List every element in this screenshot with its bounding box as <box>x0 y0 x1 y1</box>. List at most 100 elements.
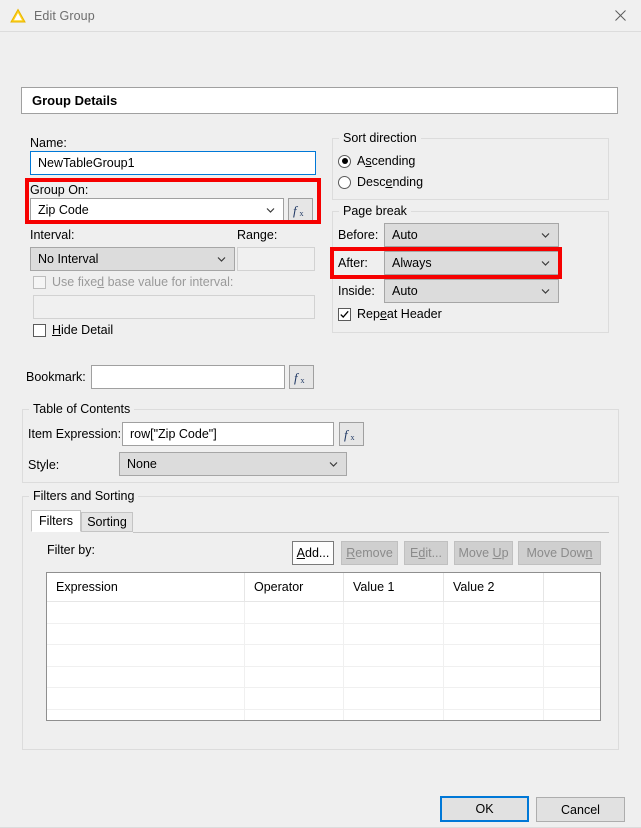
group-details-header: Group Details <box>21 87 618 114</box>
edit-filter-button[interactable]: Edit... <box>404 541 448 565</box>
tab-filters-label: Filters <box>39 514 73 528</box>
bookmark-input[interactable] <box>91 365 285 389</box>
before-label: Before: <box>338 228 378 242</box>
cell-value1 <box>344 710 444 722</box>
cell-value2 <box>444 602 544 623</box>
cell-operator <box>245 710 344 722</box>
table-row[interactable] <box>47 624 600 646</box>
ok-button[interactable]: OK <box>440 796 529 822</box>
cell-value2 <box>444 688 544 709</box>
window-title: Edit Group <box>34 9 95 23</box>
name-input[interactable]: NewTableGroup1 <box>30 151 316 175</box>
column-header-expression[interactable]: Expression <box>47 573 245 601</box>
cell-operator <box>245 624 344 645</box>
cell-value2 <box>444 667 544 688</box>
warning-triangle-icon <box>9 7 27 25</box>
close-icon[interactable] <box>600 0 641 31</box>
svg-text:x: x <box>301 376 305 385</box>
edit-filter-label: Edit... <box>410 546 442 560</box>
range-input[interactable] <box>237 247 315 271</box>
filter-by-label: Filter by: <box>47 543 95 557</box>
add-filter-label: Add... <box>297 546 330 560</box>
item-expression-value: row["Zip Code"] <box>130 427 217 441</box>
cell-value1 <box>344 645 444 666</box>
sort-direction-group <box>332 138 609 200</box>
checkbox-box <box>33 276 46 289</box>
table-row[interactable] <box>47 688 600 710</box>
group-on-dropdown[interactable]: Zip Code <box>30 198 284 222</box>
name-label: Name: <box>30 136 67 150</box>
ok-label: OK <box>475 802 493 816</box>
table-row[interactable] <box>47 602 600 624</box>
item-expression-input[interactable]: row["Zip Code"] <box>122 422 334 446</box>
radio-indicator <box>338 155 351 168</box>
cell-value1 <box>344 624 444 645</box>
item-expression-button[interactable]: f x <box>339 422 364 446</box>
cell-extra <box>544 688 600 709</box>
before-value: Auto <box>392 228 418 242</box>
style-label: Style: <box>28 458 59 472</box>
hide-detail-label: Hide Detail <box>52 323 113 337</box>
table-row[interactable] <box>47 710 600 722</box>
svg-text:f: f <box>294 370 300 385</box>
filters-and-sorting-legend: Filters and Sorting <box>29 489 138 503</box>
inside-value: Auto <box>392 284 418 298</box>
column-header-extra[interactable] <box>544 573 600 601</box>
tab-filters[interactable]: Filters <box>31 510 81 532</box>
cell-expression <box>47 710 245 722</box>
cancel-button[interactable]: Cancel <box>536 797 625 822</box>
move-up-button[interactable]: Move Up <box>454 541 513 565</box>
table-of-contents-legend: Table of Contents <box>29 402 134 416</box>
use-fixed-base-checkbox[interactable]: Use fixed base value for interval: <box>33 275 233 289</box>
column-header-value2[interactable]: Value 2 <box>444 573 544 601</box>
chevron-down-icon <box>541 231 550 240</box>
item-expression-label: Item Expression: <box>28 427 121 441</box>
group-on-label: Group On: <box>30 183 88 197</box>
remove-filter-button[interactable]: Remove <box>341 541 398 565</box>
checkbox-box <box>33 324 46 337</box>
filter-table-header: Expression Operator Value 1 Value 2 <box>47 573 600 602</box>
fixed-base-input[interactable] <box>33 295 315 319</box>
bookmark-label: Bookmark: <box>26 370 86 384</box>
chevron-down-icon <box>541 259 550 268</box>
cell-operator <box>245 667 344 688</box>
svg-text:x: x <box>300 209 304 218</box>
radio-descending[interactable]: Descending <box>338 175 423 189</box>
cell-extra <box>544 602 600 623</box>
interval-dropdown[interactable]: No Interval <box>30 247 235 271</box>
cell-extra <box>544 645 600 666</box>
filter-table[interactable]: Expression Operator Value 1 Value 2 <box>46 572 601 721</box>
cell-extra <box>544 667 600 688</box>
svg-text:f: f <box>293 203 299 218</box>
range-label: Range: <box>237 228 277 242</box>
group-on-expression-button[interactable]: f x <box>288 198 313 222</box>
cell-value2 <box>444 645 544 666</box>
repeat-header-checkbox[interactable]: Repeat Header <box>338 307 442 321</box>
style-dropdown[interactable]: None <box>119 452 347 476</box>
radio-ascending[interactable]: Ascending <box>338 154 415 168</box>
name-input-value: NewTableGroup1 <box>38 156 135 170</box>
add-filter-button[interactable]: Add... <box>292 541 334 565</box>
cell-expression <box>47 602 245 623</box>
move-down-button[interactable]: Move Down <box>518 541 601 565</box>
cell-expression <box>47 645 245 666</box>
cell-extra <box>544 710 600 722</box>
column-header-operator[interactable]: Operator <box>245 573 344 601</box>
page-break-legend: Page break <box>339 204 411 218</box>
page-break-after-dropdown[interactable]: Always <box>384 251 559 275</box>
cancel-label: Cancel <box>561 803 600 817</box>
cell-operator <box>245 645 344 666</box>
tab-sorting[interactable]: Sorting <box>81 512 133 532</box>
cell-operator <box>245 688 344 709</box>
page-break-before-dropdown[interactable]: Auto <box>384 223 559 247</box>
bookmark-expression-button[interactable]: f x <box>289 365 314 389</box>
table-row[interactable] <box>47 645 600 667</box>
column-header-value1[interactable]: Value 1 <box>344 573 444 601</box>
after-value: Always <box>392 256 432 270</box>
hide-detail-checkbox[interactable]: Hide Detail <box>33 323 113 337</box>
table-row[interactable] <box>47 667 600 689</box>
cell-extra <box>544 624 600 645</box>
page-break-inside-dropdown[interactable]: Auto <box>384 279 559 303</box>
title-bar: Edit Group <box>0 0 641 32</box>
cell-value1 <box>344 688 444 709</box>
